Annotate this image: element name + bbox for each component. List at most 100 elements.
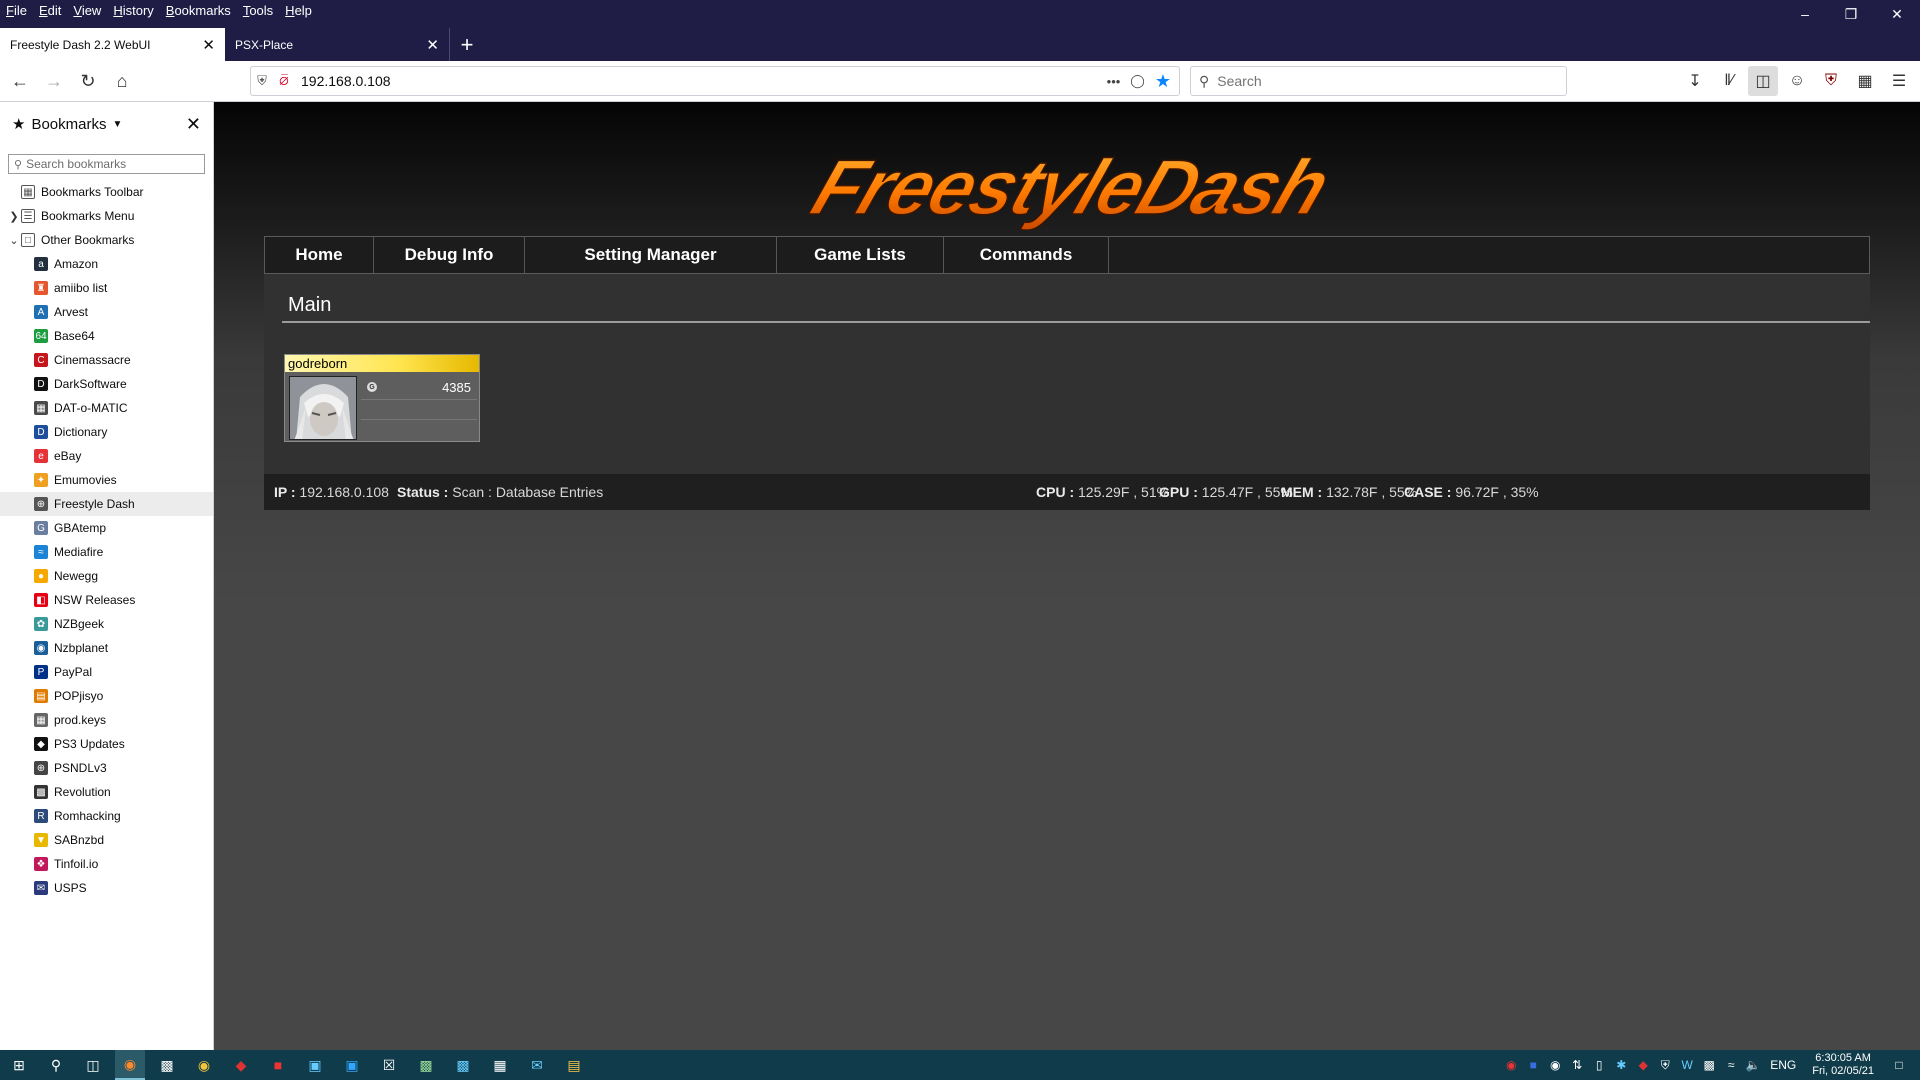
bookmark-item[interactable]: ▼ SABnzbd bbox=[0, 828, 213, 852]
search-icon[interactable]: ⚲ bbox=[41, 1050, 71, 1080]
nav-setting-manager[interactable]: Setting Manager bbox=[525, 237, 777, 273]
bookmark-item[interactable]: R Romhacking bbox=[0, 804, 213, 828]
sidebar-switcher[interactable]: ★ Bookmarks ▼ bbox=[12, 115, 122, 134]
bookmark-item[interactable]: D Dictionary bbox=[0, 420, 213, 444]
bookmark-item[interactable]: e eBay bbox=[0, 444, 213, 468]
folder-other-bookmarks[interactable]: ⌄ □ Other Bookmarks bbox=[0, 228, 213, 252]
excel-taskbar-icon[interactable]: ☒ bbox=[374, 1050, 404, 1080]
tab-psx-place[interactable]: PSX-Place ✕ bbox=[225, 28, 450, 61]
url-bar[interactable]: ⛨ ⦱ 192.168.0.108 ••• ◯ ★ bbox=[250, 66, 1180, 96]
tray-phone-icon[interactable]: ▯ bbox=[1588, 1058, 1610, 1072]
gamer-card[interactable]: godreborn G 4385 bbox=[284, 354, 480, 442]
tray-app-icon[interactable]: ▩ bbox=[1698, 1058, 1720, 1072]
bookmark-item[interactable]: C Cinemassacre bbox=[0, 348, 213, 372]
filezilla-taskbar-icon[interactable]: ■ bbox=[263, 1050, 293, 1080]
bookmark-item[interactable]: P PayPal bbox=[0, 660, 213, 684]
new-tab-button[interactable]: + bbox=[450, 28, 484, 61]
tray-app-icon[interactable]: ◉ bbox=[1500, 1058, 1522, 1072]
reload-button[interactable]: ↻ bbox=[72, 65, 104, 97]
page-actions-icon[interactable]: ••• bbox=[1107, 74, 1121, 89]
nav-debug-info[interactable]: Debug Info bbox=[374, 237, 525, 273]
firefox-taskbar-icon[interactable]: ◉ bbox=[115, 1050, 145, 1080]
app-menu-icon[interactable]: ☰ bbox=[1884, 66, 1914, 96]
account-icon[interactable]: ☺ bbox=[1782, 66, 1812, 96]
extensions-icon[interactable]: ▦ bbox=[1850, 66, 1880, 96]
sidebar-toggle-icon[interactable]: ◫ bbox=[1748, 66, 1778, 96]
notifications-icon[interactable]: □ bbox=[1888, 1058, 1910, 1072]
bookmark-item[interactable]: ✦ Emumovies bbox=[0, 468, 213, 492]
task-view-icon[interactable]: ◫ bbox=[78, 1050, 108, 1080]
folder-bookmarks-toolbar[interactable]: ▦ Bookmarks Toolbar bbox=[0, 180, 213, 204]
wifi-icon[interactable]: ≈ bbox=[1720, 1058, 1742, 1072]
bookmark-item[interactable]: ♜ amiibo list bbox=[0, 276, 213, 300]
clock[interactable]: 6:30:05 AM Fri, 02/05/21 bbox=[1812, 1052, 1874, 1078]
close-window-button[interactable]: ✕ bbox=[1874, 0, 1920, 28]
tray-word-icon[interactable]: W bbox=[1676, 1058, 1698, 1072]
bookmark-item[interactable]: G GBAtemp bbox=[0, 516, 213, 540]
language-indicator[interactable]: ENG bbox=[1770, 1058, 1796, 1072]
bookmark-item[interactable]: 64 Base64 bbox=[0, 324, 213, 348]
restore-button[interactable]: ❐ bbox=[1828, 0, 1874, 28]
bookmarks-search-input[interactable]: ⚲ Search bookmarks bbox=[8, 154, 205, 174]
tray-usb-icon[interactable]: ⇅ bbox=[1566, 1058, 1588, 1072]
photoshop-taskbar-icon[interactable]: ▣ bbox=[337, 1050, 367, 1080]
bookmark-item[interactable]: ▩ Revolution bbox=[0, 780, 213, 804]
windows-start-icon[interactable]: ⊞ bbox=[4, 1050, 34, 1080]
home-button[interactable]: ⌂ bbox=[106, 65, 138, 97]
bookmark-item[interactable]: ◆ PS3 Updates bbox=[0, 732, 213, 756]
close-tab-icon[interactable]: ✕ bbox=[202, 36, 215, 54]
menu-help[interactable]: Help bbox=[285, 3, 312, 18]
bookmark-item[interactable]: D DarkSoftware bbox=[0, 372, 213, 396]
bookmark-item[interactable]: ✉ USPS bbox=[0, 876, 213, 900]
library-icon[interactable]: ‖⁄ bbox=[1714, 66, 1744, 96]
forward-button[interactable]: → bbox=[38, 65, 70, 97]
menu-bookmarks[interactable]: Bookmarks bbox=[166, 3, 231, 18]
folder-bookmarks-menu[interactable]: ❯ ☰ Bookmarks Menu bbox=[0, 204, 213, 228]
back-button[interactable]: ← bbox=[4, 65, 36, 97]
bookmark-item[interactable]: ⊕ Freestyle Dash bbox=[0, 492, 213, 516]
bookmark-item[interactable]: ▦ DAT-o-MATIC bbox=[0, 396, 213, 420]
bookmark-item[interactable]: ❖ Tinfoil.io bbox=[0, 852, 213, 876]
insecure-lock-icon[interactable]: ⦱ bbox=[273, 73, 295, 89]
minimize-button[interactable]: – bbox=[1782, 0, 1828, 28]
monitor-taskbar-icon[interactable]: ▣ bbox=[300, 1050, 330, 1080]
file-explorer-taskbar-icon[interactable]: ▤ bbox=[559, 1050, 589, 1080]
search-input[interactable]: ⚲ Search bbox=[1190, 66, 1567, 96]
shield-icon[interactable]: ⛨ bbox=[251, 73, 273, 89]
tab-freestyle-dash[interactable]: Freestyle Dash 2.2 WebUI ✕ bbox=[0, 28, 225, 61]
url-text[interactable]: 192.168.0.108 bbox=[301, 73, 1107, 89]
calculator-taskbar-icon[interactable]: ▦ bbox=[485, 1050, 515, 1080]
menu-file[interactable]: File bbox=[6, 3, 27, 18]
volume-icon[interactable]: 🔈 bbox=[1742, 1058, 1764, 1072]
bookmark-item[interactable]: ◧ NSW Releases bbox=[0, 588, 213, 612]
shield-icon[interactable]: ⛨ bbox=[1654, 1058, 1676, 1073]
chevron-down-icon[interactable]: ⌄ bbox=[7, 234, 21, 247]
bookmark-item[interactable]: ⊕ PSNDLv3 bbox=[0, 756, 213, 780]
close-tab-icon[interactable]: ✕ bbox=[426, 36, 439, 54]
nav-commands[interactable]: Commands bbox=[944, 237, 1109, 273]
bookmark-item[interactable]: A Arvest bbox=[0, 300, 213, 324]
menu-edit[interactable]: Edit bbox=[39, 3, 61, 18]
chevron-right-icon[interactable]: ❯ bbox=[7, 210, 21, 223]
bookmark-star-icon[interactable]: ★ bbox=[1155, 71, 1171, 92]
downloads-icon[interactable]: ↧ bbox=[1680, 66, 1710, 96]
app-taskbar-icon[interactable]: ◆ bbox=[226, 1050, 256, 1080]
bookmark-item[interactable]: ● Newegg bbox=[0, 564, 213, 588]
nav-game-lists[interactable]: Game Lists bbox=[777, 237, 944, 273]
bookmark-item[interactable]: a Amazon bbox=[0, 252, 213, 276]
bookmark-item[interactable]: ▦ prod.keys bbox=[0, 708, 213, 732]
menu-tools[interactable]: Tools bbox=[243, 3, 273, 18]
menu-history[interactable]: History bbox=[113, 3, 153, 18]
bookmark-item[interactable]: ✿ NZBgeek bbox=[0, 612, 213, 636]
bookmark-item[interactable]: ▤ POPjisyo bbox=[0, 684, 213, 708]
chrome-taskbar-icon[interactable]: ◉ bbox=[189, 1050, 219, 1080]
remote-desktop-taskbar-icon[interactable]: ▩ bbox=[448, 1050, 478, 1080]
terminal-taskbar-icon[interactable]: ▩ bbox=[411, 1050, 441, 1080]
close-sidebar-icon[interactable]: ✕ bbox=[186, 114, 201, 135]
tray-app-icon[interactable]: ◆ bbox=[1632, 1058, 1654, 1072]
bookmark-item[interactable]: ◉ Nzbplanet bbox=[0, 636, 213, 660]
explorer-window-icon[interactable]: ▩ bbox=[152, 1050, 182, 1080]
menu-view[interactable]: View bbox=[73, 3, 101, 18]
pocket-icon[interactable]: ◯ bbox=[1130, 73, 1145, 89]
bookmark-item[interactable]: ≈ Mediafire bbox=[0, 540, 213, 564]
